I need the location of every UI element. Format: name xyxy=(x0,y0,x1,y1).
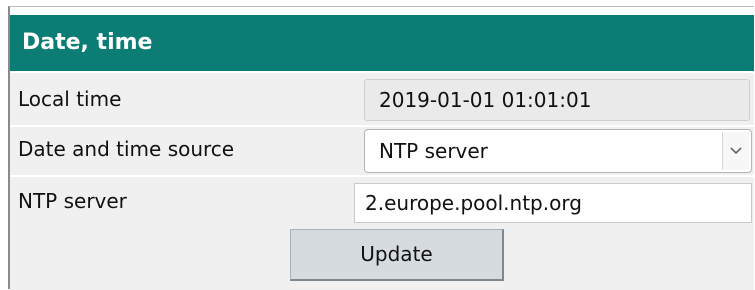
date-time-source-selected: NTP server xyxy=(379,139,488,163)
row-local-time: Local time 2019-01-01 01:01:01 xyxy=(10,73,754,125)
update-button[interactable]: Update xyxy=(290,229,504,281)
section-header: Date, time xyxy=(10,15,754,71)
local-time-label: Local time xyxy=(18,87,122,111)
chevron-down-icon[interactable] xyxy=(722,132,749,170)
date-time-source-select[interactable]: NTP server xyxy=(364,129,752,173)
date-time-panel: Date, time Local time 2019-01-01 01:01:0… xyxy=(8,6,754,290)
row-ntp-server: NTP server 2.europe.pool.ntp.org xyxy=(10,177,754,227)
ntp-server-input[interactable]: 2.europe.pool.ntp.org xyxy=(354,183,752,223)
local-time-value: 2019-01-01 01:01:01 xyxy=(364,79,750,121)
ntp-server-label: NTP server xyxy=(18,189,127,213)
row-date-time-source: Date and time source NTP server xyxy=(10,127,754,175)
date-time-source-label: Date and time source xyxy=(18,137,235,161)
